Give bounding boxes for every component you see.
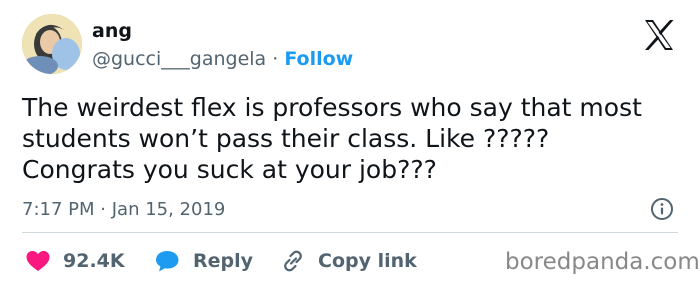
avatar-image bbox=[22, 14, 82, 74]
like-button[interactable]: 92.4K bbox=[25, 248, 125, 274]
author-handle-row: @gucci___gangela · Follow bbox=[92, 48, 353, 70]
date-separator: · bbox=[100, 199, 106, 220]
tweet-line: Congrats you suck at your job??? bbox=[22, 155, 437, 184]
reply-button[interactable]: Reply bbox=[155, 248, 253, 274]
tweet-line: The weirdest flex is professors who say … bbox=[22, 93, 642, 122]
watermark: boredpanda.com bbox=[505, 249, 700, 275]
divider bbox=[22, 232, 678, 233]
tweet-time[interactable]: 7:17 PM bbox=[22, 199, 95, 220]
avatar[interactable] bbox=[22, 14, 82, 74]
x-logo-icon[interactable] bbox=[641, 17, 677, 53]
tweet-line: students won’t pass their class. Like ??… bbox=[22, 124, 550, 153]
follow-button[interactable]: Follow bbox=[284, 48, 353, 70]
copy-link-button[interactable]: Copy link bbox=[280, 248, 417, 274]
info-icon[interactable] bbox=[650, 197, 674, 221]
tweet-card: ang @gucci___gangela · Follow The weirde… bbox=[0, 0, 700, 287]
speech-bubble-icon bbox=[156, 251, 179, 272]
timestamp-row: 7:17 PM · Jan 15, 2019 bbox=[22, 199, 225, 220]
handle-separator: · bbox=[272, 48, 279, 70]
author-handle[interactable]: @gucci___gangela bbox=[92, 48, 266, 70]
tweet-text: The weirdest flex is professors who say … bbox=[22, 92, 682, 185]
heart-icon bbox=[26, 251, 50, 271]
author-name[interactable]: ang bbox=[92, 20, 132, 42]
copy-link-label: Copy link bbox=[318, 250, 417, 272]
reply-label: Reply bbox=[193, 250, 254, 272]
like-count: 92.4K bbox=[63, 250, 125, 272]
tweet-date[interactable]: Jan 15, 2019 bbox=[112, 199, 226, 220]
link-icon bbox=[284, 250, 302, 272]
